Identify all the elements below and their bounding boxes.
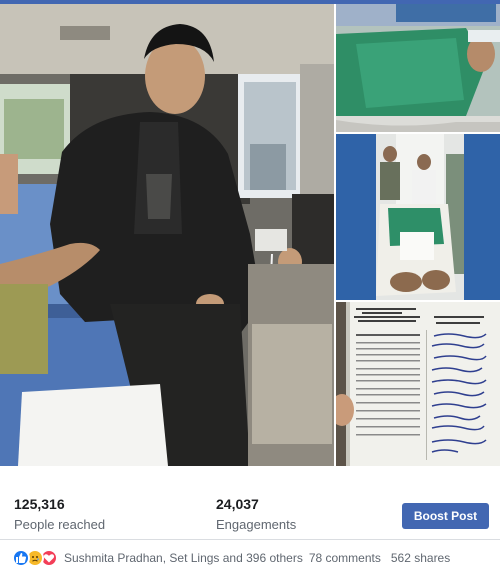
reaction-icons[interactable] [12, 549, 58, 567]
people-reached-value: 125,316 [14, 496, 65, 512]
people-reached-stat: 125,316 People reached [14, 496, 105, 532]
engagements-value: 24,037 [216, 496, 259, 512]
comments-count-link[interactable]: 78 comments [309, 551, 381, 565]
reactions-bar: Sushmita Pradhan, Set Lings and 396 othe… [0, 541, 500, 575]
thumb-photo-3[interactable] [336, 302, 500, 466]
thumb-photo-2[interactable] [336, 134, 500, 300]
main-photo-image [0, 4, 334, 466]
photo-grid [0, 4, 500, 466]
like-icon [12, 549, 30, 567]
main-photo[interactable] [0, 4, 334, 466]
thumb-photo-1[interactable] [336, 4, 500, 132]
shares-count-link[interactable]: 562 shares [391, 551, 450, 565]
thumb-photo-2-image [336, 134, 500, 300]
engagements-stat: 24,037 Engagements [216, 496, 296, 532]
boost-post-button[interactable]: Boost Post [402, 503, 489, 529]
reaction-names-link[interactable]: Sushmita Pradhan, Set Lings and 396 othe… [64, 551, 303, 565]
people-reached-label: People reached [14, 517, 106, 532]
engagements-label: Engagements [216, 517, 297, 532]
thumb-photo-1-image [336, 4, 500, 132]
thumb-photo-3-image [336, 302, 500, 466]
